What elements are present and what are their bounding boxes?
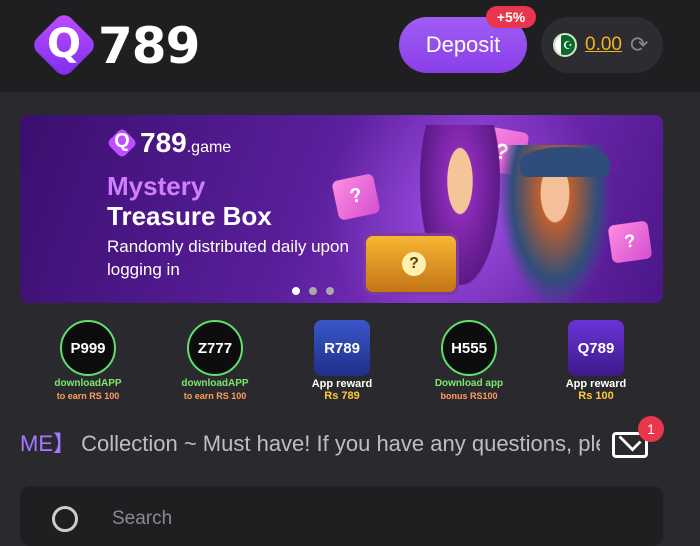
banner-logo: Q 789 .game <box>106 127 231 159</box>
banner-logo-number: 789 <box>140 127 187 158</box>
app-item-z777[interactable]: Z777 downloadAPP to earn RS 100 <box>160 320 270 402</box>
app-item-p999[interactable]: P999 downloadAPP to earn RS 100 <box>33 320 143 402</box>
gift-box-icon: ? <box>607 220 653 264</box>
site-logo[interactable]: Q 789 <box>30 11 200 79</box>
app-line2: to earn RS 100 <box>183 391 247 401</box>
logo-letter: Q <box>46 21 81 67</box>
p999-app-icon[interactable]: P999 <box>60 320 116 376</box>
app-line2: bonus RS100 <box>440 391 498 401</box>
treasure-chest-icon: ? <box>363 233 459 295</box>
banner-subtitle: Randomly distributed daily upon logging … <box>107 237 349 279</box>
app-line2: Rs 789 <box>324 390 360 402</box>
banner-logo-diamond-icon: Q <box>106 127 138 159</box>
pagination-dot[interactable] <box>326 287 334 295</box>
search-input[interactable] <box>112 506 512 532</box>
balance-value[interactable]: 0.00 <box>585 34 622 56</box>
search-icon[interactable] <box>52 506 78 532</box>
z777-app-icon[interactable]: Z777 <box>187 320 243 376</box>
notice-prefix: ME】 <box>20 431 76 456</box>
pirate-hat-image <box>520 147 610 177</box>
pakistan-flag-icon: ☪ <box>553 33 577 57</box>
balance-pill[interactable]: ☪ 0.00 ⟳ <box>541 17 663 73</box>
gift-question-mark: ? <box>347 183 365 209</box>
banner-logo-letter: Q <box>114 130 130 152</box>
chest-lock-icon: ? <box>402 252 426 276</box>
deposit-bonus-badge: +5% <box>486 6 536 28</box>
app-line1: downloadAPP <box>54 378 122 389</box>
notice-marquee[interactable]: ME】 Collection ~ Must have! If you have … <box>20 426 600 462</box>
search-bar[interactable] <box>20 486 663 546</box>
app-item-r789[interactable]: R789 App reward Rs 789 <box>287 320 397 402</box>
notice-text: Collection ~ Must have! If you have any … <box>75 431 600 456</box>
refresh-icon[interactable]: ⟳ <box>630 32 648 58</box>
h555-app-icon[interactable]: H555 <box>441 320 497 376</box>
app-line2: Rs 100 <box>578 390 614 402</box>
banner-logo-suffix: .game <box>186 139 232 156</box>
q789-app-icon[interactable]: Q789 <box>568 320 624 376</box>
gift-question-mark: ? <box>623 230 637 252</box>
pagination-dot[interactable] <box>309 287 317 295</box>
banner-title-line2: Treasure Box <box>107 201 272 231</box>
gift-box-icon: ? <box>331 173 381 221</box>
app-item-q789[interactable]: Q789 App reward Rs 100 <box>541 320 651 402</box>
app-line1: App reward <box>311 378 373 390</box>
logo-diamond-icon: Q <box>30 11 98 79</box>
app-line1: downloadAPP <box>181 378 249 389</box>
mail-count-badge: 1 <box>638 416 664 442</box>
app-line1: App reward <box>565 378 627 390</box>
banner-title-line1: Mystery <box>107 171 206 201</box>
banner-pagination <box>292 287 334 295</box>
top-header: Q 789 Deposit +5% ☪ 0.00 ⟳ <box>0 0 700 92</box>
app-line2: to earn RS 100 <box>56 391 120 401</box>
app-line1: Download app <box>434 378 504 389</box>
logo-number: 789 <box>98 17 200 75</box>
app-download-row: P999 downloadAPP to earn RS 100 Z777 dow… <box>0 320 700 410</box>
app-item-h555[interactable]: H555 Download app bonus RS100 <box>414 320 524 402</box>
pagination-dot[interactable] <box>292 287 300 295</box>
r789-app-icon[interactable]: R789 <box>314 320 370 376</box>
promo-banner[interactable]: Q 789 .game Mystery Treasure Box Randoml… <box>20 115 663 303</box>
